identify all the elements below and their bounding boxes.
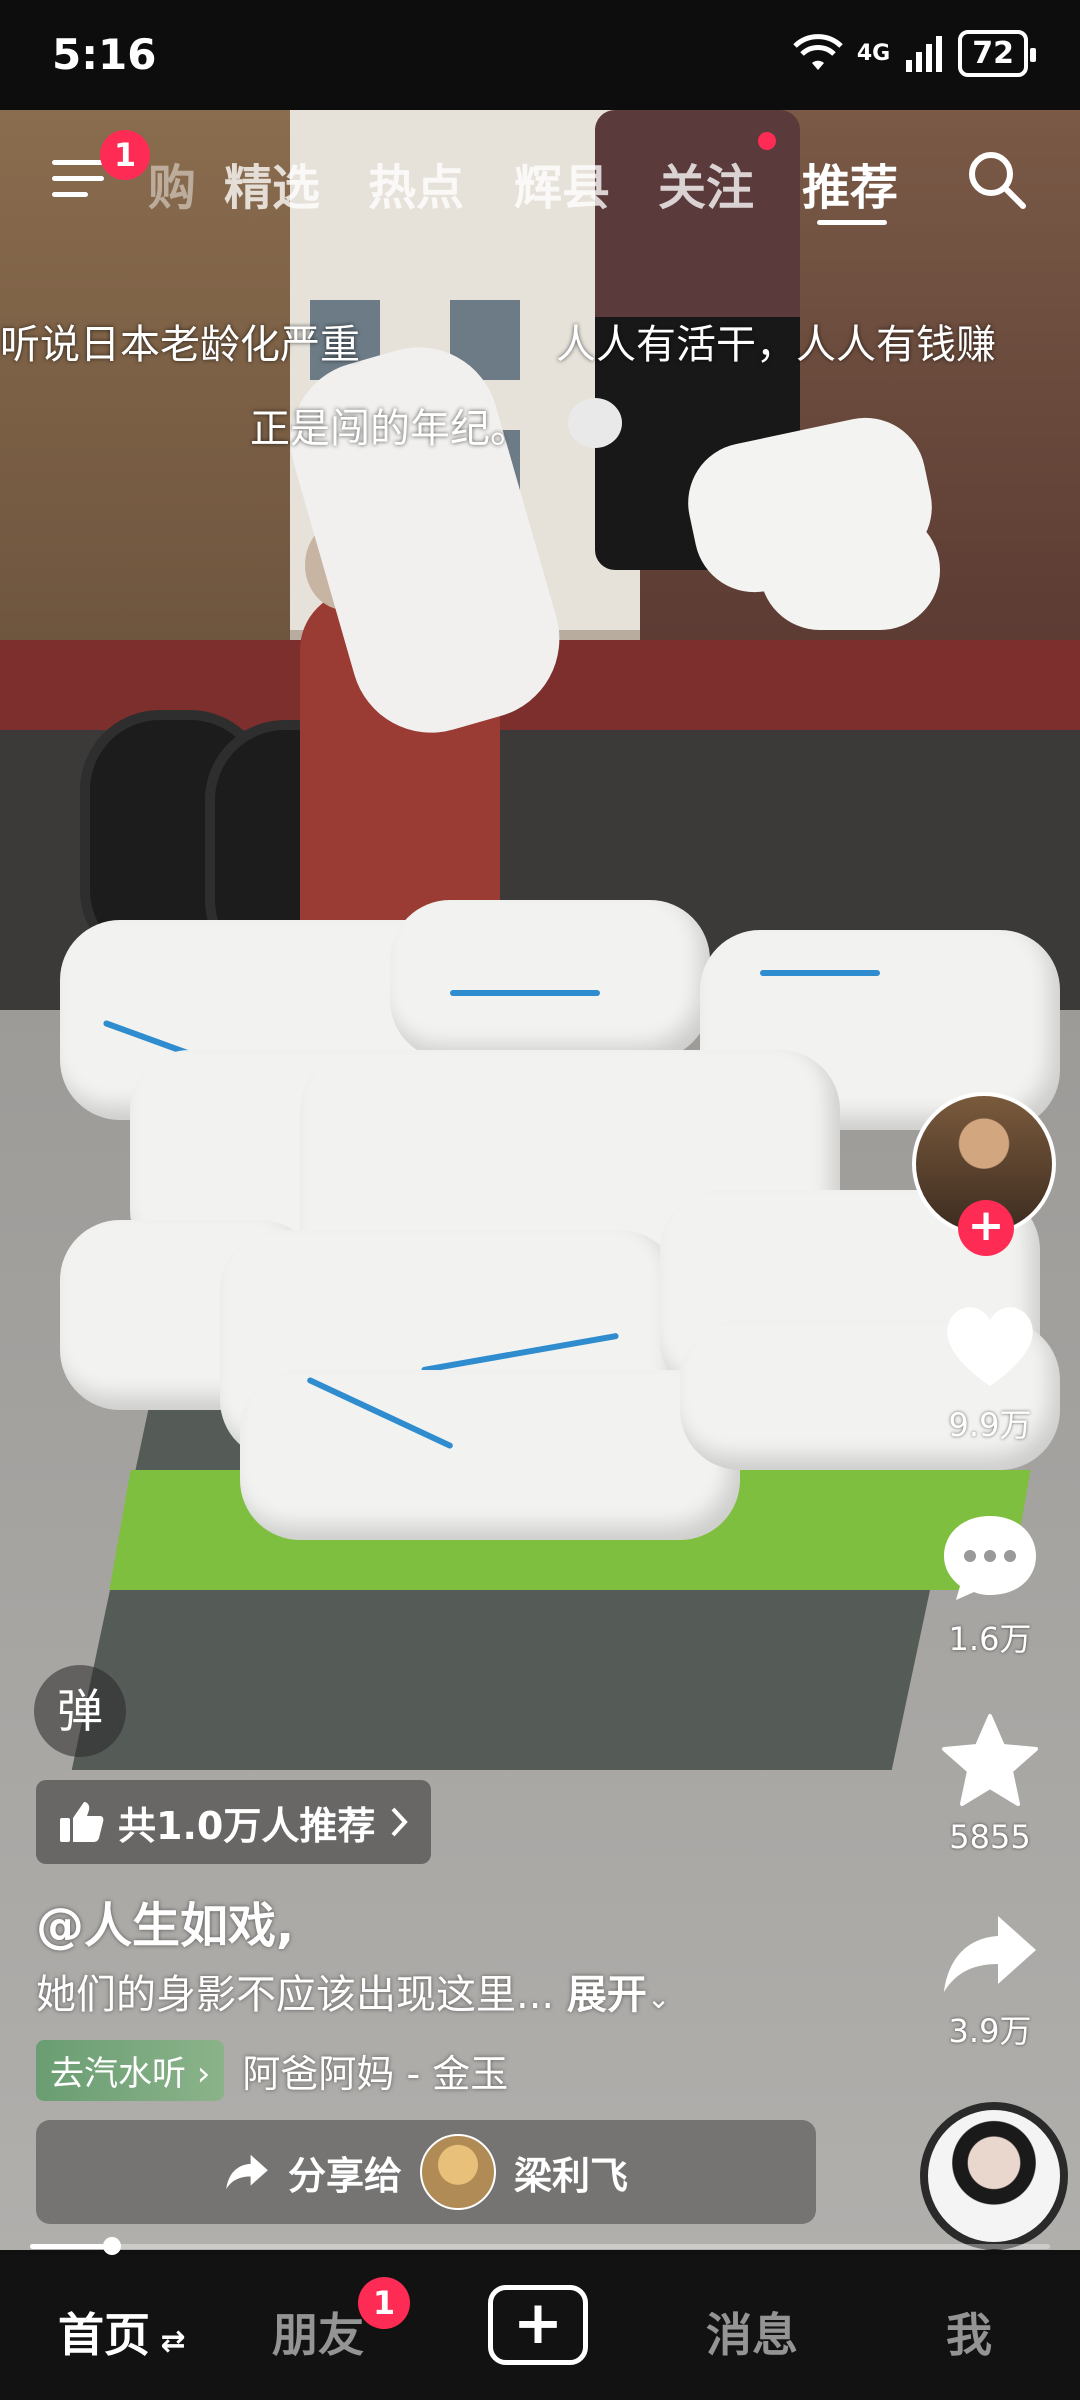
author-name[interactable]: @人生如戏, (36, 1886, 294, 1956)
star-icon (942, 1714, 1038, 1806)
progress-fill (30, 2244, 112, 2249)
share-to-friend-bar[interactable]: 分享给 梁利飞 (36, 2120, 816, 2224)
share-button[interactable]: 3.9万 (890, 1912, 1080, 2052)
music-app-tag[interactable]: 去汽水听 › (36, 2040, 225, 2101)
like-button[interactable]: 9.9万 (890, 1300, 1080, 1446)
friends-badge: 1 (358, 2277, 410, 2329)
share-arrow-icon (944, 1916, 1036, 1992)
follow-plus-button[interactable]: + (958, 1200, 1014, 1256)
tab-shop[interactable]: 购 (148, 148, 196, 218)
friend-name: 梁利飞 (514, 2153, 629, 2198)
share-label: 分享给 (287, 2153, 402, 2198)
recommend-label: 共1.0万人推荐 (118, 1803, 376, 1848)
bottom-tab-bar: 首页 ⇄ 朋友 1 + 消息 我 (0, 2255, 1080, 2400)
tab-me[interactable]: 我 (946, 2299, 992, 2365)
tab-recommend[interactable]: 推荐 (802, 148, 898, 218)
music-row: 去汽水听 › 阿爸阿妈 - 金玉 (36, 2040, 508, 2101)
music-title[interactable]: 阿爸阿妈 - 金玉 (242, 2043, 508, 2098)
tab-following[interactable]: 关注 (658, 148, 754, 218)
create-post-button[interactable]: + (488, 2285, 588, 2365)
tab-local[interactable]: 辉县 (514, 148, 610, 218)
comment-count: 1.6万 (948, 1620, 1032, 1658)
network-type: 4G (856, 41, 891, 66)
danmaku-comment: 人人有活干，人人有钱赚 (556, 322, 996, 368)
chevron-right-icon (391, 1807, 409, 1837)
top-nav: 1 购 精选 热点 辉县 关注 推荐 (0, 130, 1080, 230)
progress-knob[interactable] (102, 2237, 121, 2255)
status-time: 5:16 (52, 30, 157, 79)
status-bar: 5:16 4G 72 (0, 0, 1080, 110)
tab-hot[interactable]: 热点 (368, 148, 464, 218)
video-progress-bar[interactable] (30, 2237, 1050, 2255)
description-text: 她们的身影不应该出现这里... (36, 1972, 555, 2018)
signal-icon (906, 35, 943, 72)
danmaku-comment: 听说日本老龄化严重 (0, 322, 360, 368)
status-icons: 4G 72 (793, 30, 1036, 77)
active-tab-indicator (817, 220, 887, 225)
comment-icon (944, 1516, 1036, 1600)
tab-featured[interactable]: 精选 (224, 148, 320, 218)
emoji-sticker-icon (568, 398, 622, 448)
search-icon[interactable] (965, 148, 1027, 210)
danmaku-toggle-button[interactable]: 弹 (34, 1665, 126, 1757)
wifi-icon (793, 33, 843, 70)
like-count: 9.9万 (948, 1406, 1032, 1444)
share-icon (226, 2154, 268, 2190)
menu-badge: 1 (100, 130, 150, 180)
video-description: 她们的身影不应该出现这里... 展开⌄ (36, 1962, 670, 2020)
heart-icon (947, 1307, 1033, 1386)
chevron-down-icon: ⌄ (646, 1982, 671, 2015)
danmaku-comment: 正是闯的年纪。 (250, 406, 530, 452)
comment-button[interactable]: 1.6万 (890, 1510, 1080, 1660)
thumbs-up-icon (60, 1802, 104, 1842)
music-disc-avatar[interactable] (920, 2102, 1068, 2250)
friend-avatar (420, 2134, 496, 2210)
tab-friends[interactable]: 朋友 (272, 2299, 364, 2365)
favorite-count: 5855 (949, 1818, 1031, 1856)
menu-icon[interactable] (52, 160, 104, 208)
tab-home[interactable]: 首页 ⇄ (58, 2299, 186, 2365)
following-dot (758, 132, 776, 150)
share-count: 3.9万 (948, 2012, 1032, 2050)
battery-indicator: 72 (958, 30, 1036, 77)
recommend-pill[interactable]: 共1.0万人推荐 (36, 1780, 432, 1864)
tab-messages[interactable]: 消息 (706, 2299, 798, 2365)
expand-link[interactable]: 展开 (567, 1972, 647, 2018)
favorite-button[interactable]: 5855 (890, 1712, 1080, 1856)
